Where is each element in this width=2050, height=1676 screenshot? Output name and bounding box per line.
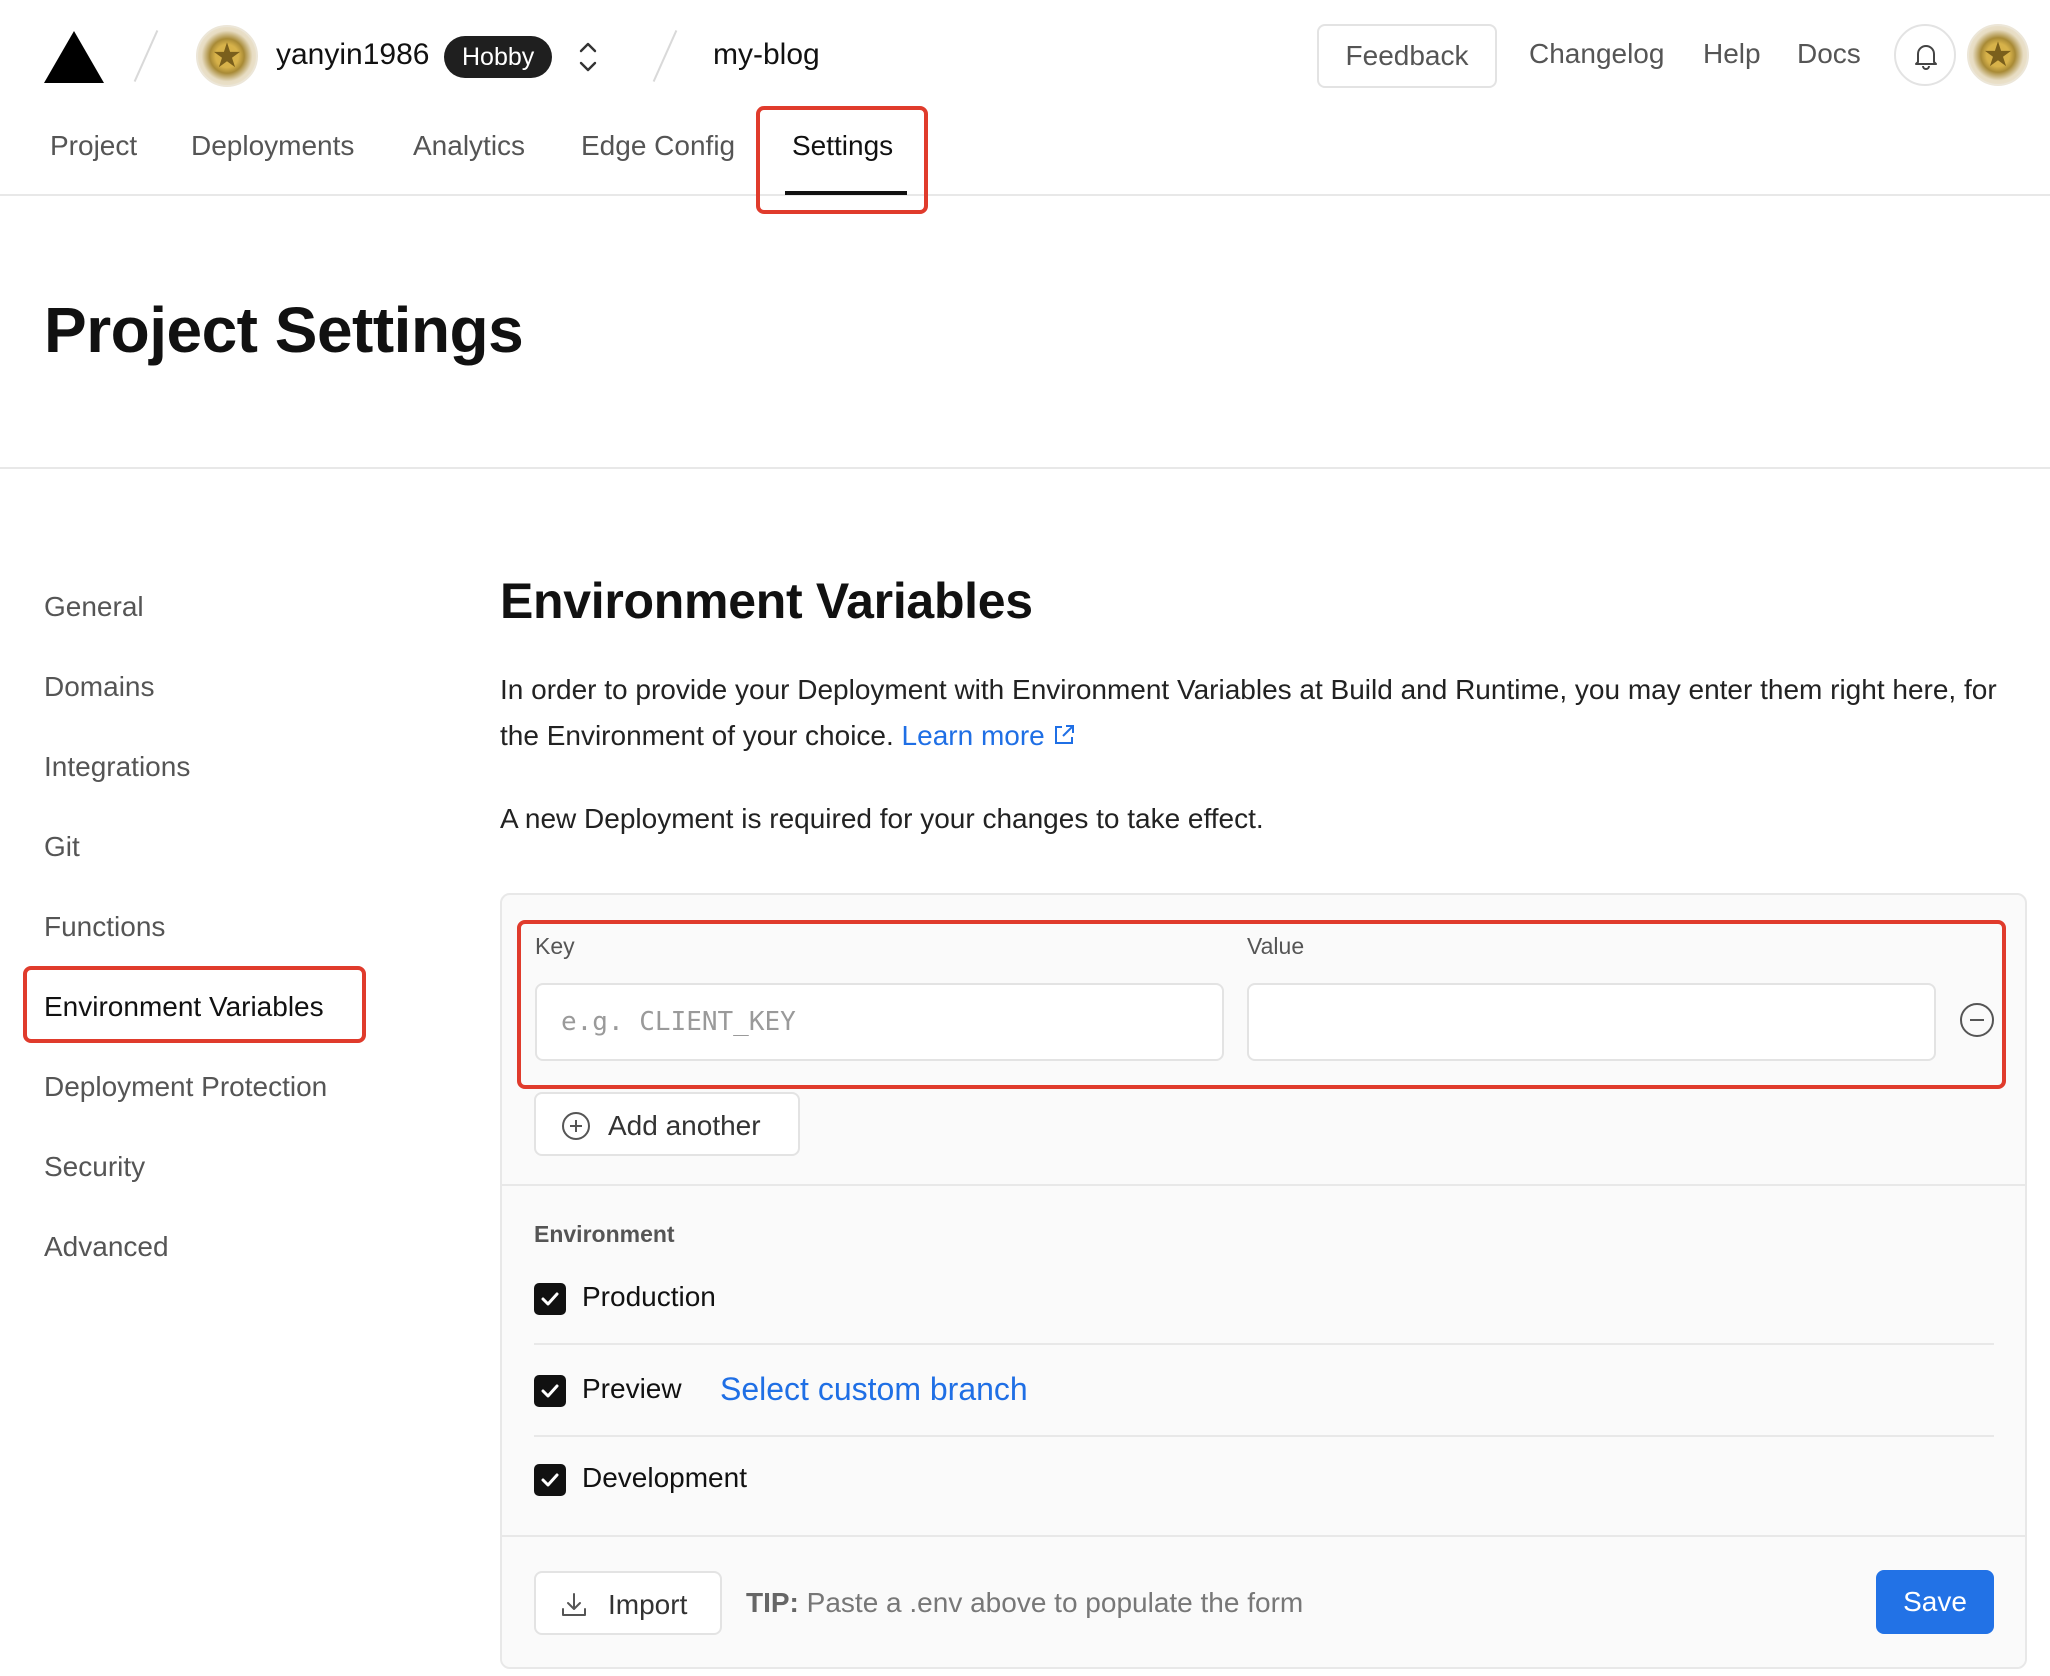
team-avatar[interactable] [196, 25, 258, 87]
env-row-separator [534, 1343, 1994, 1345]
vercel-logo-icon[interactable] [44, 31, 104, 83]
sidebar-item-git[interactable]: Git [44, 831, 80, 863]
env-row-separator [534, 1435, 1994, 1437]
preview-label: Preview [582, 1373, 682, 1404]
check-icon [541, 1384, 559, 1398]
preview-checkbox[interactable] [534, 1375, 566, 1407]
tab-deployments[interactable]: Deployments [191, 130, 354, 162]
download-icon [562, 1593, 586, 1616]
tip-prefix: TIP: [746, 1587, 799, 1618]
sidebar-item-general[interactable]: General [44, 591, 144, 623]
plus-circle-icon [562, 1112, 590, 1140]
project-tabs: Project Deployments Analytics Edge Confi… [0, 110, 2050, 196]
sidebar-item-environment-variables[interactable]: Environment Variables [44, 991, 324, 1023]
docs-link[interactable]: Docs [1797, 38, 1861, 70]
value-input[interactable] [1247, 983, 1936, 1061]
select-custom-branch-link[interactable]: Select custom branch [720, 1371, 1028, 1408]
user-avatar[interactable] [1967, 24, 2029, 86]
development-label: Development [582, 1462, 747, 1493]
page-title: Project Settings [44, 294, 524, 366]
help-link[interactable]: Help [1703, 38, 1761, 70]
import-label: Import [608, 1589, 688, 1620]
tab-edge-config[interactable]: Edge Config [581, 130, 735, 162]
section-description: In order to provide your Deployment with… [500, 667, 2010, 759]
minus-circle-icon[interactable] [1960, 1003, 1994, 1037]
environment-label: Environment [534, 1221, 675, 1247]
production-checkbox[interactable] [534, 1283, 566, 1315]
plan-badge: Hobby [444, 36, 553, 78]
form-footer: Import TIP: Paste a .env above to popula… [502, 1537, 2025, 1667]
tip-body: Paste a .env above to populate the form [798, 1587, 1304, 1618]
import-button[interactable]: Import [534, 1571, 722, 1635]
breadcrumb-separator [132, 30, 162, 80]
notifications-button[interactable] [1894, 24, 1956, 86]
sidebar-item-advanced[interactable]: Advanced [44, 1231, 169, 1263]
check-icon [541, 1292, 559, 1306]
active-tab-indicator [785, 191, 907, 195]
key-input[interactable] [535, 983, 1224, 1061]
section-title: Environment Variables [500, 573, 1033, 629]
tip-text: TIP: Paste a .env above to populate the … [746, 1587, 1303, 1619]
sidebar-item-integrations[interactable]: Integrations [44, 751, 190, 783]
env-row-production[interactable]: Production [534, 1269, 1994, 1329]
description-text: In order to provide your Deployment with… [500, 674, 1997, 751]
save-button[interactable]: Save [1876, 1570, 1994, 1634]
tab-settings[interactable]: Settings [792, 130, 893, 162]
tab-analytics[interactable]: Analytics [413, 130, 525, 162]
check-icon [541, 1473, 559, 1487]
key-label: Key [535, 933, 575, 959]
form-divider [502, 1184, 2025, 1186]
sidebar-item-deployment-protection[interactable]: Deployment Protection [44, 1071, 327, 1103]
production-label: Production [582, 1281, 716, 1312]
env-row-development[interactable]: Development [534, 1450, 1994, 1510]
sidebar-item-domains[interactable]: Domains [44, 671, 154, 703]
bell-icon [1915, 45, 1937, 70]
sidebar-item-functions[interactable]: Functions [44, 911, 165, 943]
team-name[interactable]: yanyin1986 [276, 38, 429, 72]
deployment-notice: A new Deployment is required for your ch… [500, 803, 1264, 834]
top-bar: yanyin1986 Hobby my-blog Feedback Change… [0, 0, 2050, 110]
changelog-link[interactable]: Changelog [1529, 38, 1664, 70]
sidebar-item-security[interactable]: Security [44, 1151, 145, 1183]
env-var-form: Key Value Add another Environment Produc… [500, 893, 2027, 1669]
external-link-icon [1054, 725, 1074, 744]
value-label: Value [1247, 933, 1305, 959]
add-another-label: Add another [608, 1110, 761, 1141]
development-checkbox[interactable] [534, 1464, 566, 1496]
header-divider [0, 467, 2050, 469]
add-another-button[interactable]: Add another [534, 1092, 800, 1156]
learn-more-link[interactable]: Learn more [902, 720, 1077, 751]
project-name[interactable]: my-blog [713, 38, 820, 72]
learn-more-label[interactable]: Learn more [902, 720, 1045, 751]
feedback-button[interactable]: Feedback [1317, 24, 1497, 88]
tab-project[interactable]: Project [50, 130, 137, 162]
env-row-preview[interactable]: Preview Select custom branch [534, 1361, 1994, 1421]
breadcrumb-separator [651, 30, 681, 80]
chevron-up-down-icon[interactable] [576, 38, 600, 76]
